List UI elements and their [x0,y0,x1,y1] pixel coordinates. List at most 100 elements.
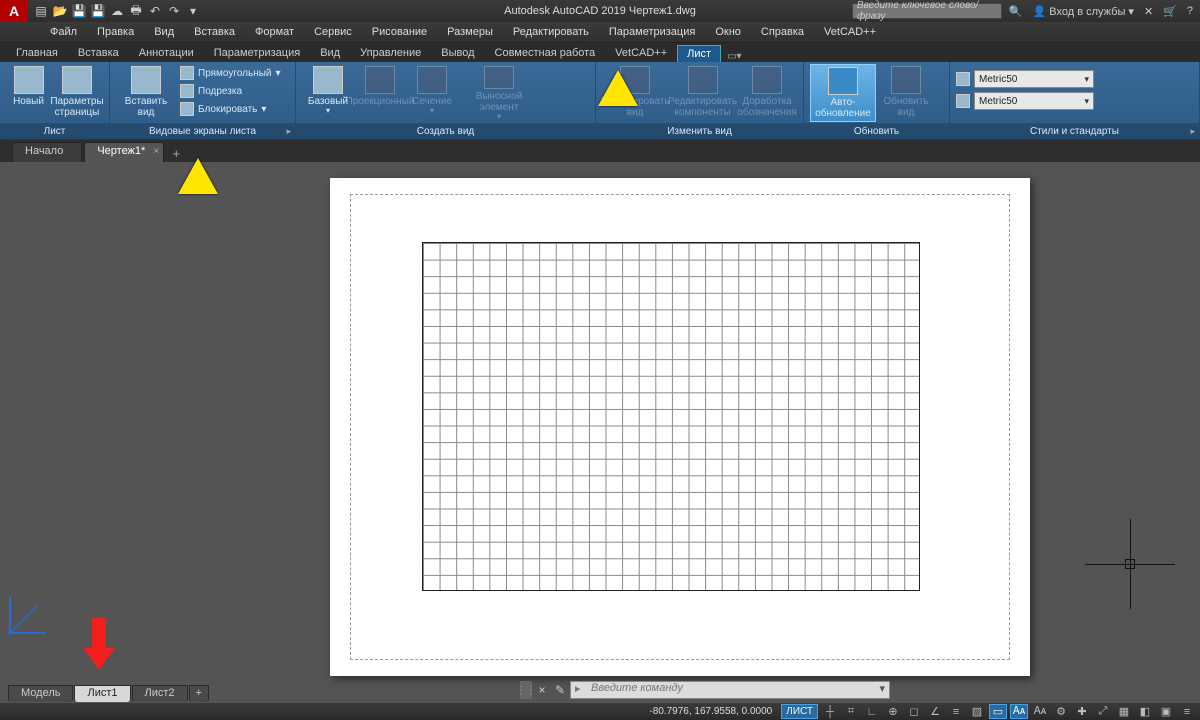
tab-output[interactable]: Вывод [431,44,484,62]
auto-update-button[interactable]: Авто- обновление [810,64,876,122]
snap-toggle-icon[interactable]: ⌗ [842,704,860,719]
section-style-value: Metric50 [979,74,1017,85]
menu-window[interactable]: Окно [705,24,751,40]
menu-insert[interactable]: Вставка [184,24,245,40]
title-bar: A ▤ 📂 💾 💾 ☁ 🖶 ↶ ↷ ▾ Autodesk AutoCAD 201… [0,0,1200,22]
layout-tab-model[interactable]: Модель [8,685,73,702]
panel-styles-label[interactable]: Стили и стандарты [950,123,1199,139]
detail-style-dropdown[interactable]: Metric50 [974,92,1094,110]
units-icon[interactable]: ⤢ [1094,704,1112,719]
clean-screen-icon[interactable]: ▣ [1157,704,1175,719]
section-style-dropdown[interactable]: Metric50 [974,70,1094,88]
detail-view-button[interactable]: Выносной элемент▾ [458,64,540,122]
isolate-objects-icon[interactable]: ◧ [1136,704,1154,719]
lineweight-toggle-icon[interactable]: ≡ [947,704,965,719]
annotation-visibility-icon[interactable]: 🗛 [1031,704,1049,719]
layout-viewport[interactable] [422,242,920,591]
lock-viewport-button[interactable]: Блокировать ▾ [176,100,285,118]
doc-tab-drawing1-label: Чертеж1* [97,145,145,157]
osnap-toggle-icon[interactable]: ◻ [905,704,923,719]
cmd-close-icon[interactable]: × [534,683,550,697]
panel-styles: Metric50 Metric50 Стили и стандарты [950,62,1200,139]
layout-tab-sheet1[interactable]: Лист1 [74,685,130,702]
panel-viewports-label[interactable]: Видовые экраны листа [110,123,295,139]
menu-dim[interactable]: Размеры [437,24,503,40]
tab-vetcad[interactable]: VetCAD++ [605,44,677,62]
qat-saveas-icon[interactable]: 💾 [89,2,107,20]
polar-toggle-icon[interactable]: ⊕ [884,704,902,719]
menu-help[interactable]: Справка [751,24,814,40]
tab-layout[interactable]: Лист [677,45,721,62]
insert-view-button[interactable]: Вставить вид [116,64,176,122]
lock-vp-label: Блокировать [198,104,257,115]
auto-update-label: Авто- обновление [815,97,871,119]
customize-status-icon[interactable]: ≡ [1178,704,1196,719]
cmd-customize-icon[interactable]: ✎ [552,683,568,697]
qat-plot-icon[interactable]: 🖶 [127,2,145,20]
workspace-switch-icon[interactable]: ⚙ [1052,704,1070,719]
app-logo[interactable]: A [0,0,28,22]
base-view-button[interactable]: Базовый▾ [302,64,354,122]
qat-save-icon[interactable]: 💾 [70,2,88,20]
menu-file[interactable]: Файл [40,24,87,40]
cart-icon[interactable]: 🛒 [1160,5,1180,18]
paper-sheet [330,178,1030,676]
menu-edit[interactable]: Правка [87,24,144,40]
help-search-input[interactable]: Введите ключевое слово/фразу [852,3,1002,19]
menu-view[interactable]: Вид [144,24,184,40]
qat-open-icon[interactable]: 📂 [51,2,69,20]
menu-draw[interactable]: Рисование [362,24,437,40]
menu-tools[interactable]: Сервис [304,24,362,40]
command-input[interactable]: Введите команду [570,681,890,699]
grid-toggle-icon[interactable]: ┼ [821,704,839,719]
section-view-button[interactable]: Сечение▾ [406,64,458,122]
page-setup-label: Параметры страницы [50,96,103,118]
page-setup-button[interactable]: Параметры страницы [51,64,103,122]
doc-tab-start[interactable]: Начало [12,142,82,162]
panel-sheet: Новый Параметры страницы Лист [0,62,110,139]
annotation-monitor-icon[interactable]: ✚ [1073,704,1091,719]
edit-components-button[interactable]: Редактировать компоненты [668,64,737,122]
tab-annotate[interactable]: Аннотации [129,44,204,62]
hardware-accel-icon[interactable]: ▦ [1115,704,1133,719]
tab-insert[interactable]: Вставка [68,44,129,62]
tab-manage[interactable]: Управление [350,44,431,62]
projected-label: Проекционный [346,96,415,107]
transparency-toggle-icon[interactable]: ▨ [968,704,986,719]
update-view-button[interactable]: Обновить вид [876,64,936,122]
symbol-sketch-button[interactable]: Доработка обозначения [737,64,797,122]
layout-tab-add[interactable]: + [189,685,209,702]
tab-param[interactable]: Параметризация [204,44,310,62]
model-paper-toggle[interactable]: ЛИСТ [781,704,818,719]
menu-format[interactable]: Формат [245,24,304,40]
panel-update-label: Обновить [804,123,949,139]
layout-tab-sheet2[interactable]: Лист2 [132,685,188,702]
otrack-toggle-icon[interactable]: ∠ [926,704,944,719]
doc-tab-drawing1[interactable]: Чертеж1* × [84,142,164,162]
ortho-toggle-icon[interactable]: ∟ [863,704,881,719]
annotation-scale-icon[interactable]: 🗛 [1010,704,1028,719]
clip-viewport-button[interactable]: Подрезка [176,82,285,100]
close-tab-icon[interactable]: × [153,146,159,157]
search-go-icon[interactable]: 🔍 [1006,5,1026,18]
qat-dropdown-icon[interactable]: ▾ [184,2,202,20]
tab-collab[interactable]: Совместная работа [485,44,606,62]
menu-modify[interactable]: Редактировать [503,24,599,40]
menu-param[interactable]: Параметризация [599,24,705,40]
tab-home[interactable]: Главная [6,44,68,62]
tab-view[interactable]: Вид [310,44,350,62]
new-layout-button[interactable]: Новый [6,64,51,122]
exchange-icon[interactable]: ✕ [1141,5,1156,18]
rect-viewport-button[interactable]: Прямоугольный ▾ [176,64,285,82]
tab-panel-indicator-icon[interactable]: ▭▾ [727,51,741,62]
cmd-grip-icon[interactable]: ⋮⋮ [520,681,532,699]
selection-cycling-icon[interactable]: ▭ [989,704,1007,719]
menu-vetcad[interactable]: VetCAD++ [814,24,886,40]
qat-undo-icon[interactable]: ↶ [146,2,164,20]
qat-new-icon[interactable]: ▤ [32,2,50,20]
qat-cloud-icon[interactable]: ☁ [108,2,126,20]
help-icon[interactable]: ? [1184,5,1196,17]
qat-redo-icon[interactable]: ↷ [165,2,183,20]
login-button[interactable]: 👤 Вход в службы ▾ [1030,5,1137,18]
projected-view-button[interactable]: Проекционный [354,64,406,122]
